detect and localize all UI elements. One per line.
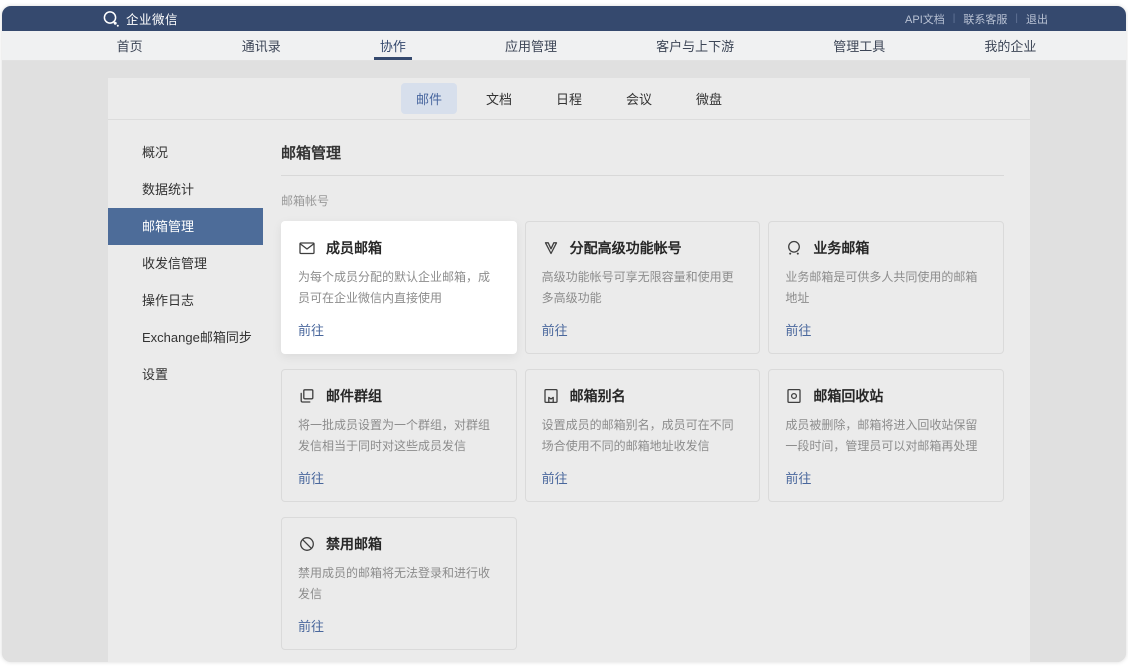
- sidebar-item-4[interactable]: 收发信管理: [108, 245, 263, 282]
- card-head: 禁用邮箱: [298, 534, 500, 554]
- sidebar-nav: 概况数据统计邮箱管理收发信管理操作日志Exchange邮箱同步设置: [108, 120, 263, 662]
- wework-logo[interactable]: 企业微信: [102, 9, 178, 28]
- card-grid: 成员邮箱 为每个成员分配的默认企业邮箱，成员可在企业微信内直接使用 前往 分配高…: [281, 221, 1004, 654]
- card-title: 禁用邮箱: [326, 534, 382, 554]
- module-tabs: 邮件文档日程会议微盘: [108, 78, 1030, 120]
- panel-body: 概况数据统计邮箱管理收发信管理操作日志Exchange邮箱同步设置 邮箱管理 邮…: [108, 120, 1030, 662]
- sidebar-item-5[interactable]: 操作日志: [108, 282, 263, 319]
- card-go-link[interactable]: 前往: [298, 310, 500, 339]
- feature-card[interactable]: 邮件群组 将一批成员设置为一个群组，对群组发信相当于同时对这些成员发信 前往: [281, 369, 517, 502]
- browser-window: 企业微信 API文档 | 联系客服 | 退出 首页 通讯录 协作 应用管理 客户与上下游 管理工具…: [2, 6, 1126, 662]
- card-go-link[interactable]: 前往: [542, 310, 744, 339]
- topbar-separator: |: [1015, 13, 1018, 24]
- card-go-link[interactable]: 前往: [785, 458, 987, 487]
- section-label: 邮箱帐号: [281, 192, 1004, 209]
- card-head: 业务邮箱: [785, 238, 987, 258]
- tab-3[interactable]: 日程: [541, 83, 597, 114]
- wework-bubble-icon: [102, 10, 120, 28]
- card-description: 高级功能帐号可享无限容量和使用更多高级功能: [542, 267, 744, 309]
- sidebar-item-7[interactable]: 设置: [108, 356, 263, 393]
- card-title: 邮箱别名: [570, 386, 626, 406]
- nav-item-6[interactable]: 管理工具: [827, 34, 891, 60]
- vip-account-icon: [542, 239, 560, 257]
- sidebar-item-6[interactable]: Exchange邮箱同步: [108, 319, 263, 356]
- primary-nav: 首页 通讯录 协作 应用管理 客户与上下游 管理工具 我的企业: [2, 31, 1126, 61]
- nav-item-3[interactable]: 协作: [374, 34, 412, 60]
- brand-name: 企业微信: [126, 9, 178, 28]
- card-title: 邮件群组: [326, 386, 382, 406]
- top-bar: 企业微信 API文档 | 联系客服 | 退出: [2, 6, 1126, 31]
- card-title: 成员邮箱: [326, 238, 382, 258]
- tab-2[interactable]: 文档: [471, 83, 527, 114]
- tab-4[interactable]: 会议: [611, 83, 667, 114]
- card-description: 将一批成员设置为一个群组，对群组发信相当于同时对这些成员发信: [298, 415, 500, 457]
- page-body: 邮件文档日程会议微盘 概况数据统计邮箱管理收发信管理操作日志Exchange邮箱…: [2, 61, 1126, 662]
- feature-card[interactable]: 邮箱别名 设置成员的邮箱别名，成员可在不同场合使用不同的邮箱地址收发信 前往: [525, 369, 761, 502]
- nav-item-2[interactable]: 通讯录: [236, 34, 287, 60]
- screenshot-stage: 企业微信 API文档 | 联系客服 | 退出 首页 通讯录 协作 应用管理 客户与上下游 管理工具…: [0, 0, 1128, 667]
- mail-recycle-icon: [785, 387, 803, 405]
- top-links: API文档 | 联系客服 | 退出: [905, 11, 1048, 27]
- topbar-link[interactable]: API文档: [905, 11, 945, 27]
- mail-disabled-icon: [298, 535, 316, 553]
- card-head: 邮箱别名: [542, 386, 744, 406]
- feature-card[interactable]: 成员邮箱 为每个成员分配的默认企业邮箱，成员可在企业微信内直接使用 前往: [281, 221, 517, 354]
- page-title: 邮箱管理: [281, 142, 1004, 163]
- card-go-link[interactable]: 前往: [542, 458, 744, 487]
- card-title: 邮箱回收站: [813, 386, 883, 406]
- card-head: 成员邮箱: [298, 238, 500, 258]
- feature-card[interactable]: 禁用邮箱 禁用成员的邮箱将无法登录和进行收发信 前往: [281, 517, 517, 650]
- sidebar-item-3[interactable]: 邮箱管理: [108, 208, 263, 245]
- nav-item-4[interactable]: 应用管理: [499, 34, 563, 60]
- main-content: 邮箱管理 邮箱帐号 成员邮箱 为每个成员分配的默认企业邮箱，成员可在企业微信内直…: [263, 120, 1030, 662]
- feature-card[interactable]: 分配高级功能帐号 高级功能帐号可享无限容量和使用更多高级功能 前往: [525, 221, 761, 354]
- feature-card[interactable]: 业务邮箱 业务邮箱是可供多人共同使用的邮箱地址 前往: [768, 221, 1004, 354]
- card-head: 分配高级功能帐号: [542, 238, 744, 258]
- feature-card[interactable]: 邮箱回收站 成员被删除，邮箱将进入回收站保留一段时间，管理员可以对邮箱再处理 前…: [768, 369, 1004, 502]
- card-head: 邮件群组: [298, 386, 500, 406]
- mail-alias-icon: [542, 387, 560, 405]
- card-go-link[interactable]: 前往: [785, 310, 987, 339]
- mail-group-icon: [298, 387, 316, 405]
- title-divider: [281, 175, 1004, 176]
- business-mail-icon: [785, 239, 803, 257]
- card-title: 业务邮箱: [813, 238, 869, 258]
- nav-item-7[interactable]: 我的企业: [978, 34, 1042, 60]
- card-description: 业务邮箱是可供多人共同使用的邮箱地址: [785, 267, 987, 309]
- card-go-link[interactable]: 前往: [298, 606, 500, 635]
- tab-5[interactable]: 微盘: [681, 83, 737, 114]
- nav-item-5[interactable]: 客户与上下游: [650, 34, 740, 60]
- topbar-link[interactable]: 联系客服: [963, 11, 1007, 27]
- card-description: 禁用成员的邮箱将无法登录和进行收发信: [298, 563, 500, 605]
- card-description: 为每个成员分配的默认企业邮箱，成员可在企业微信内直接使用: [298, 267, 500, 309]
- nav-item-1[interactable]: 首页: [111, 34, 149, 60]
- member-mail-icon: [298, 239, 316, 257]
- topbar-separator: |: [953, 13, 956, 24]
- card-go-link[interactable]: 前往: [298, 458, 500, 487]
- topbar-link[interactable]: 退出: [1026, 11, 1048, 27]
- card-title: 分配高级功能帐号: [570, 238, 682, 258]
- sidebar-item-2[interactable]: 数据统计: [108, 171, 263, 208]
- card-description: 设置成员的邮箱别名，成员可在不同场合使用不同的邮箱地址收发信: [542, 415, 744, 457]
- card-head: 邮箱回收站: [785, 386, 987, 406]
- content-panel: 邮件文档日程会议微盘 概况数据统计邮箱管理收发信管理操作日志Exchange邮箱…: [108, 78, 1030, 662]
- card-description: 成员被删除，邮箱将进入回收站保留一段时间，管理员可以对邮箱再处理: [785, 415, 987, 457]
- sidebar-item-1[interactable]: 概况: [108, 134, 263, 171]
- tab-1[interactable]: 邮件: [401, 83, 457, 114]
